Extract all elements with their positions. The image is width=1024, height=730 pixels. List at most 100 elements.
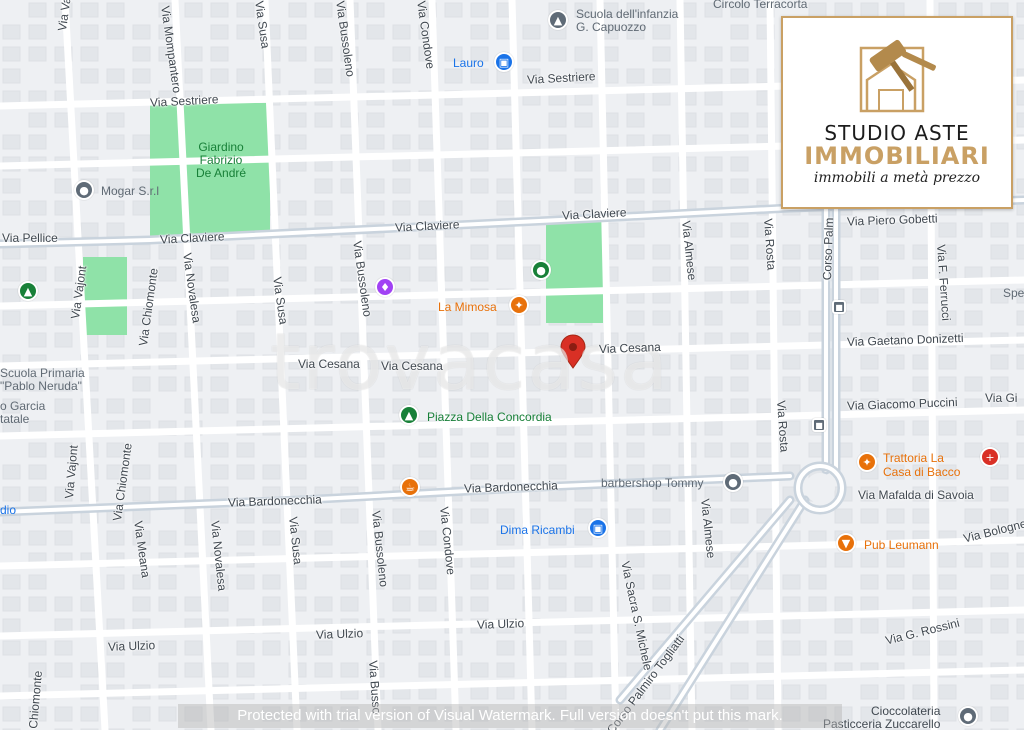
- transit-icon[interactable]: ■: [832, 300, 846, 314]
- building-block: [990, 552, 1009, 568]
- building-block: [782, 618, 801, 634]
- poi-pub-leumann[interactable]: Pub Leumann: [864, 538, 939, 552]
- building-block: [54, 662, 73, 678]
- building-block: [2, 530, 21, 546]
- building-block: [730, 178, 749, 194]
- park-place-icon[interactable]: ●: [531, 260, 551, 280]
- building-block: [860, 596, 879, 612]
- street-corso-palmiro[interactable]: Corso Palm: [820, 217, 836, 280]
- poi-spe[interactable]: Spe: [1003, 286, 1024, 300]
- poi-circolo-terracorta[interactable]: Circolo Terracorta: [713, 0, 807, 11]
- building-block: [236, 310, 255, 326]
- place-icon[interactable]: ●: [74, 180, 94, 200]
- transit-icon[interactable]: ■: [812, 418, 826, 432]
- building-block: [132, 464, 151, 480]
- street-via-cesana-e[interactable]: Via Cesana: [599, 340, 661, 356]
- building-block: [132, 200, 151, 216]
- building-block: [28, 530, 47, 546]
- building-block: [340, 464, 359, 480]
- building-block: [860, 354, 879, 370]
- street-via-ulzio-w[interactable]: Via Ulzio: [108, 638, 156, 654]
- street-via-pellice[interactable]: Via Pellice: [2, 231, 58, 245]
- poi-barbershop-tommy[interactable]: barbershop Tommy: [601, 476, 704, 490]
- building-block: [314, 640, 333, 656]
- building-block: [80, 68, 99, 84]
- poi-scuola-primaria[interactable]: Scuola Primaria "Pablo Neruda": [0, 367, 85, 393]
- building-block: [28, 486, 47, 502]
- cafe-icon[interactable]: ☕: [400, 477, 420, 497]
- poi-mogar[interactable]: Mogar S.r.l: [101, 184, 159, 198]
- building-block: [314, 596, 333, 612]
- building-block: [366, 24, 385, 40]
- building-block: [1016, 310, 1024, 326]
- building-block: [704, 442, 723, 458]
- bar-icon[interactable]: ▼: [836, 533, 856, 553]
- park-label-giardino[interactable]: Giardino Fabrizio De André: [196, 141, 246, 180]
- hospital-icon[interactable]: +: [980, 447, 1000, 467]
- building-block: [418, 662, 437, 678]
- building-block: [262, 574, 281, 590]
- building-block: [912, 420, 931, 436]
- shopping-bag-icon[interactable]: ▣: [494, 52, 514, 72]
- street-via-cesana-w[interactable]: Via Cesana: [298, 357, 360, 371]
- building-block: [54, 640, 73, 656]
- street-via-ulzio-m[interactable]: Via Ulzio: [316, 626, 364, 642]
- poi-studio[interactable]: dio: [0, 503, 16, 517]
- building-block: [184, 2, 203, 18]
- tree-icon[interactable]: ▲: [399, 405, 419, 425]
- shopping-bag-icon[interactable]: ▣: [588, 518, 608, 538]
- building-block: [262, 530, 281, 546]
- building-block: [574, 156, 593, 172]
- poi-lauro[interactable]: Lauro: [453, 56, 484, 70]
- building-block: [28, 310, 47, 326]
- poi-trattoria[interactable]: Trattoria La Casa di Bacco: [883, 451, 960, 479]
- building-block: [366, 134, 385, 150]
- street-via-ulzio-e[interactable]: Via Ulzio: [477, 616, 525, 632]
- building-block: [210, 332, 229, 348]
- building-block: [158, 244, 177, 260]
- map-canvas[interactable]: trovacasa Via Vajont Via Mompantero Via …: [0, 0, 1024, 730]
- building-block: [314, 46, 333, 62]
- poi-dima-ricambi[interactable]: Dima Ricambi: [500, 523, 575, 537]
- poi-garcia-statale[interactable]: o Garcia tatale: [0, 400, 45, 426]
- building-block: [470, 508, 489, 524]
- building-block: [1016, 684, 1024, 700]
- poi-la-mimosa[interactable]: La Mimosa: [438, 300, 497, 314]
- school-icon[interactable]: ▲: [548, 10, 568, 30]
- place-icon[interactable]: ●: [723, 472, 743, 492]
- building-block: [834, 552, 853, 568]
- building-block: [132, 134, 151, 150]
- street-via-cesana-m[interactable]: Via Cesana: [381, 359, 443, 373]
- building-block: [652, 244, 671, 260]
- building-block: [912, 684, 931, 700]
- building-block: [236, 442, 255, 458]
- building-block: [210, 2, 229, 18]
- restaurant-icon[interactable]: ✦: [857, 452, 877, 472]
- building-block: [938, 574, 957, 590]
- building-block: [704, 420, 723, 436]
- building-block: [548, 596, 567, 612]
- building-block: [496, 662, 515, 678]
- building-block: [730, 288, 749, 304]
- restaurant-icon[interactable]: ✦: [509, 295, 529, 315]
- poi-scuola-infanzia[interactable]: Scuola dell'infanzia G. Capuozzo: [576, 8, 678, 34]
- building-block: [392, 530, 411, 546]
- poi-piazza-della-concordia[interactable]: Piazza Della Concordia: [427, 410, 552, 424]
- building-block: [574, 552, 593, 568]
- building-block: [548, 134, 567, 150]
- building-block: [106, 662, 125, 678]
- building-block: [860, 288, 879, 304]
- building-block: [652, 530, 671, 546]
- street-via-mafalda-di-savoia[interactable]: Via Mafalda di Savoia: [858, 488, 974, 502]
- building-block: [210, 46, 229, 62]
- building-block: [444, 200, 463, 216]
- place-icon[interactable]: ●: [958, 706, 978, 726]
- building-block: [2, 618, 21, 634]
- building-block: [444, 2, 463, 18]
- tree-icon[interactable]: ▲: [18, 281, 38, 301]
- building-block: [938, 420, 957, 436]
- building-block: [392, 574, 411, 590]
- entertainment-icon[interactable]: ♦: [375, 277, 395, 297]
- building-block: [704, 398, 723, 414]
- street-via-gi[interactable]: Via Gi: [985, 391, 1017, 405]
